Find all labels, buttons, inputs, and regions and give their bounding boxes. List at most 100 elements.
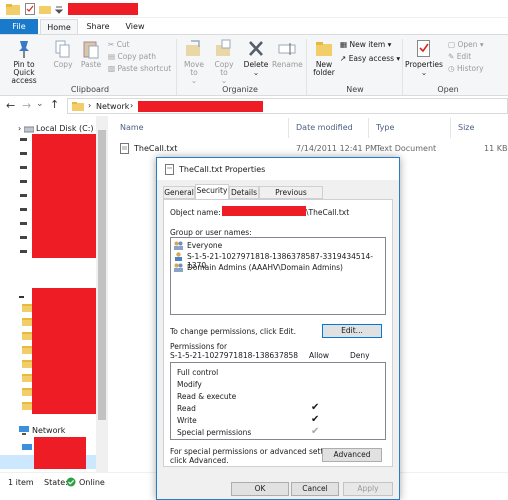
rename-label: Rename (272, 60, 303, 69)
nav-network[interactable]: Network (32, 426, 65, 435)
column-divider[interactable] (450, 118, 451, 138)
copy-label: Copy (53, 60, 73, 69)
copy-path-label: Copy path (117, 52, 156, 61)
tab-security[interactable]: Security (195, 184, 229, 200)
file-row[interactable]: TheCall.txt 7/14/2011 12:41 PM Text Docu… (112, 141, 508, 155)
allow-special-check-icon: ✔ (311, 426, 320, 437)
column-divider[interactable] (368, 118, 369, 138)
copy-path-button[interactable]: ▤ Copy path (108, 52, 156, 61)
column-header-type[interactable]: Type (376, 123, 394, 132)
copy-icon (50, 39, 76, 61)
tab-home[interactable]: Home (40, 19, 78, 34)
security-panel: Object name: \TheCall.txt Group or user … (163, 199, 393, 467)
easy-access-icon: ↗ (340, 54, 347, 63)
rename-button[interactable]: Rename (272, 39, 303, 69)
advanced-text-line-2: click Advanced. (170, 456, 229, 465)
new-item-button[interactable]: ▦ New item ▾ (340, 40, 391, 49)
folder-icon (22, 360, 32, 368)
clipboard-group-label: Clipboard (70, 85, 110, 94)
groups-list[interactable]: Everyone S-1-5-21-1027971818-1386378587-… (170, 237, 386, 315)
edit-ribbon-button[interactable]: ✎ Edit (448, 52, 471, 61)
column-header-date[interactable]: Date modified (296, 123, 353, 132)
back-arrow-icon[interactable]: ← (6, 99, 15, 112)
text-file-icon (120, 143, 129, 156)
forward-arrow-icon[interactable]: → (22, 99, 31, 112)
new-item-chevron-icon: ▾ (387, 40, 392, 49)
new-item-label: New item (349, 40, 386, 49)
copy-to-chevron-icon: ⌄ (220, 76, 228, 85)
ribbon: Pin to Quick access Copy Paste ✂ Cut ▤ C… (0, 34, 508, 96)
breadcrumb-network[interactable]: Network (96, 102, 129, 111)
list-item[interactable]: S-1-5-21-1027971818-1386378587-331943451… (173, 251, 383, 270)
ok-button[interactable]: OK (231, 482, 289, 496)
easy-access-label: Easy access (348, 54, 395, 63)
allow-read-check-icon: ✔ (311, 402, 320, 413)
apply-button[interactable]: Apply (343, 482, 393, 496)
paste-shortcut-button[interactable]: ▧ Paste shortcut (108, 64, 171, 73)
paste-icon (78, 39, 104, 61)
properties-dialog: TheCall.txt Properties General Security … (156, 157, 400, 500)
nav-local-disk[interactable]: Local Disk (C:) (36, 124, 94, 133)
open-button[interactable]: ▢ Open ▾ (448, 40, 484, 49)
expand-chevron-icon[interactable]: › (18, 124, 21, 133)
group-name: Everyone (187, 241, 223, 250)
folder-icon (22, 402, 32, 410)
breadcrumb-chevron-icon[interactable]: › (88, 101, 91, 110)
tab-share[interactable]: Share (80, 19, 116, 34)
list-item[interactable]: Domain Admins (AAAHV\Domain Admins) (173, 262, 383, 273)
dialog-title-bar[interactable]: TheCall.txt Properties (157, 158, 399, 180)
tab-file[interactable]: File (0, 19, 38, 34)
column-header-name[interactable]: Name (120, 123, 144, 132)
address-bar[interactable]: › Network › (67, 98, 508, 114)
new-folder-button[interactable]: New folder (310, 39, 338, 77)
paste-label: Paste (80, 60, 102, 69)
breadcrumb-chevron-icon[interactable]: › (130, 101, 133, 110)
scissors-icon: ✂ (108, 40, 115, 49)
move-to-button[interactable]: Move to ⌄ (180, 39, 208, 85)
cut-button[interactable]: ✂ Cut (108, 40, 130, 49)
folder-icon (22, 304, 32, 312)
column-divider[interactable] (288, 118, 289, 138)
column-header-size[interactable]: Size (458, 123, 474, 132)
pin-to-quick-access-button[interactable]: Pin to Quick access (2, 39, 46, 85)
edit-button[interactable]: Edit... (322, 324, 382, 338)
history-icon: ◷ (448, 64, 455, 73)
drive-icon (20, 180, 27, 183)
permission-name: Full control (177, 368, 219, 377)
delete-button[interactable]: Delete ⌄ (242, 39, 270, 77)
tab-general[interactable]: General (163, 186, 195, 199)
tab-view[interactable]: View (118, 19, 152, 34)
nav-folders-redacted (32, 288, 96, 414)
state-label: State: (44, 478, 68, 487)
expand-chevron-icon[interactable] (19, 296, 24, 298)
permissions-list[interactable]: Full control Modify Read & execute Read … (170, 362, 386, 440)
properties-icon (404, 39, 444, 61)
copy-button[interactable]: Copy (50, 39, 76, 69)
copy-path-icon: ▤ (108, 52, 116, 61)
tab-previous-versions[interactable]: Previous Versions (259, 186, 323, 209)
history-button[interactable]: ◷ History (448, 64, 484, 73)
new-folder-quick-icon[interactable] (39, 3, 51, 15)
copy-to-button[interactable]: Copy to ⌄ (210, 39, 238, 85)
quick-access-dropdown-icon[interactable] (54, 3, 64, 15)
up-arrow-icon[interactable]: ↑ (50, 98, 59, 111)
folder-icon (6, 3, 20, 15)
organize-group-label: Organize (222, 85, 258, 94)
file-date: 7/14/2011 12:41 PM (296, 144, 377, 153)
list-item[interactable]: Everyone (173, 240, 383, 251)
cancel-button[interactable]: Cancel (291, 482, 339, 496)
nav-scrollbar-thumb[interactable] (98, 130, 106, 420)
drive-icon (20, 208, 27, 211)
easy-access-button[interactable]: ↗ Easy access ▾ (340, 54, 400, 63)
properties-quick-icon[interactable] (25, 3, 35, 15)
change-permissions-text: To change permissions, click Edit. (170, 327, 296, 336)
folder-icon (22, 318, 32, 326)
advanced-button[interactable]: Advanced (322, 448, 382, 462)
tab-details[interactable]: Details (229, 186, 259, 199)
recent-chevron-icon[interactable]: ⌄ (36, 99, 44, 109)
edit-icon: ✎ (448, 52, 455, 61)
paste-button[interactable]: Paste (78, 39, 104, 69)
open-label: Open (457, 40, 478, 49)
move-to-icon (180, 39, 208, 61)
properties-button[interactable]: Properties ⌄ (404, 39, 444, 77)
